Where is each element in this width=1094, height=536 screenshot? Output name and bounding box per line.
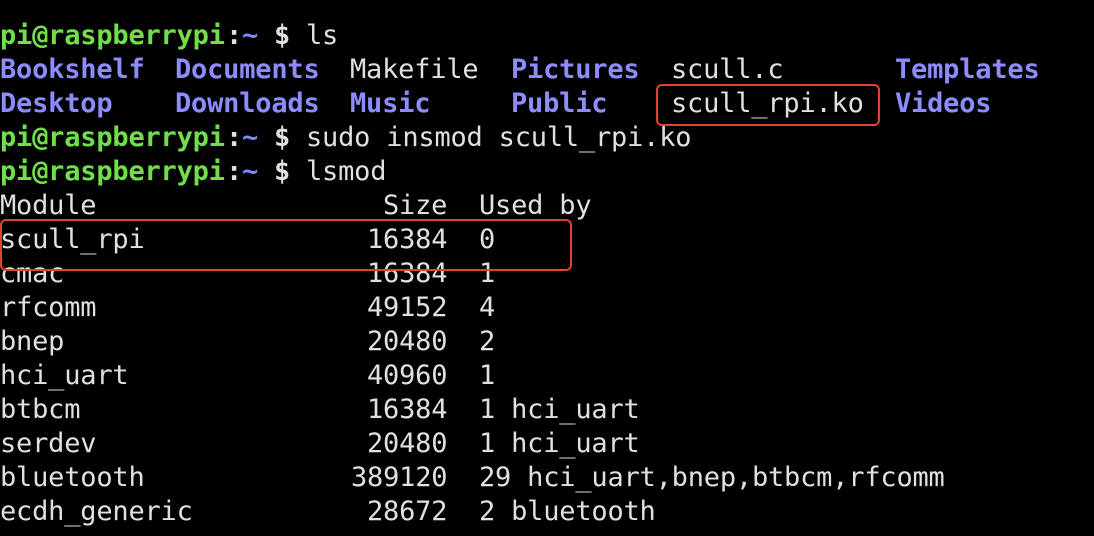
prompt-dollar: $	[274, 20, 291, 51]
file-entry: scull.c	[671, 54, 784, 85]
prompt-user: pi@raspberrypi	[0, 156, 225, 187]
module-size: 28672	[367, 496, 448, 527]
lsmod-row: rfcomm 49152 4	[0, 291, 495, 325]
command-text: ls	[306, 20, 339, 51]
header-used-by: Used by	[479, 190, 592, 221]
module-used-by: 2	[479, 326, 496, 357]
dir-entry: Pictures	[511, 54, 640, 85]
ls-output-row-1: Bookshelf Documents Makefile Pictures sc…	[0, 53, 1040, 87]
module-name: hci_uart	[0, 360, 129, 391]
command-line-lsmod: pi@raspberrypi : ~ $ lsmod	[0, 155, 386, 189]
prompt-path: ~	[242, 156, 259, 187]
module-name: bluetooth	[0, 462, 145, 493]
command-text: sudo insmod scull_rpi.ko	[306, 122, 692, 153]
dir-entry: Desktop	[0, 88, 113, 119]
prompt-path: ~	[242, 122, 259, 153]
module-used-by: 1 hci_uart	[479, 394, 640, 425]
command-line-ls: pi@raspberrypi : ~ $ ls	[0, 19, 338, 53]
prompt-user: pi@raspberrypi	[0, 122, 225, 153]
module-size: 16384	[367, 394, 448, 425]
dir-entry: Documents	[175, 54, 320, 85]
terminal-window[interactable]: pi@raspberrypi : ~ $ ls Bookshelf Docume…	[0, 0, 1094, 536]
module-size: 20480	[367, 428, 448, 459]
highlight-box-scull-rpi-ko	[656, 84, 880, 126]
module-size: 389120	[351, 462, 448, 493]
dir-entry: Public	[511, 88, 608, 119]
lsmod-row: hci_uart 40960 1	[0, 359, 495, 393]
prompt-user: pi@raspberrypi	[0, 20, 225, 51]
module-name: btbcm	[0, 394, 81, 425]
module-used-by: 1 hci_uart	[479, 428, 640, 459]
lsmod-row: btbcm 16384 1 hci_uart	[0, 393, 640, 427]
lsmod-row: serdev 20480 1 hci_uart	[0, 427, 640, 461]
module-name: bnep	[0, 326, 65, 357]
prompt-dollar: $	[274, 122, 291, 153]
prompt-separator: :	[226, 122, 243, 153]
prompt-dollar: $	[274, 156, 291, 187]
header-size: Size	[383, 190, 448, 221]
dir-entry: Videos	[895, 88, 992, 119]
lsmod-row: ecdh_generic 28672 2 bluetooth	[0, 495, 656, 529]
module-used-by: 4	[479, 292, 496, 323]
module-used-by: 1	[479, 360, 496, 391]
dir-entry: Downloads	[175, 88, 320, 119]
lsmod-row: bluetooth 389120 29 hci_uart,bnep,btbcm,…	[0, 461, 945, 495]
module-size: 20480	[367, 326, 448, 357]
command-text: lsmod	[306, 156, 387, 187]
module-name: serdev	[0, 428, 97, 459]
header-module: Module	[0, 190, 97, 221]
module-size: 40960	[367, 360, 448, 391]
module-name: ecdh_generic	[0, 496, 193, 527]
lsmod-header: Module Size Used by	[0, 189, 592, 223]
prompt-path: ~	[242, 20, 259, 51]
file-entry: Makefile	[350, 54, 479, 85]
module-name: rfcomm	[0, 292, 97, 323]
module-used-by: 29 hci_uart,bnep,btbcm,rfcomm	[479, 462, 945, 493]
lsmod-row: bnep 20480 2	[0, 325, 495, 359]
prompt-separator: :	[226, 20, 243, 51]
ls-output-row-2: Desktop Downloads Music Public scull_rpi…	[0, 87, 992, 121]
highlight-box-scull-rpi-module	[0, 219, 572, 271]
dir-entry: Music	[350, 88, 431, 119]
dir-entry: Templates	[895, 54, 1040, 85]
module-size: 49152	[367, 292, 448, 323]
dir-entry: Bookshelf	[0, 54, 145, 85]
command-line-insmod: pi@raspberrypi : ~ $ sudo insmod scull_r…	[0, 121, 692, 155]
module-used-by: 2 bluetooth	[479, 496, 656, 527]
prompt-separator: :	[226, 156, 243, 187]
